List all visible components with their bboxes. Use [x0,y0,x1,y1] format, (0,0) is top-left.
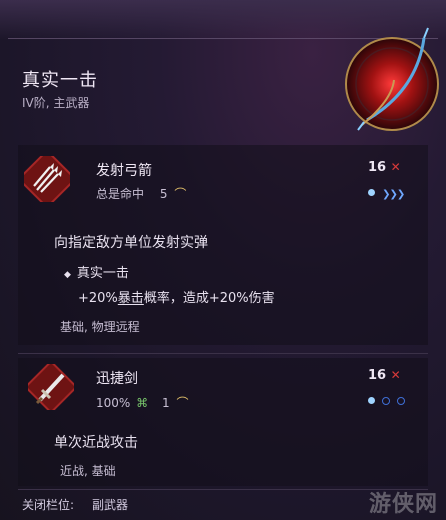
range-shoot: 16 ✕ [368,160,401,175]
ability-subtitle: IV阶, 主武器 [22,96,90,110]
critical-link[interactable]: 暴击 [118,291,144,306]
resource-pips-shoot: ❯❯❯ [368,182,405,201]
action-tags-sword: 近战, 基础 [60,464,116,478]
resource-pips-sword [368,390,407,409]
range-sword: 16 ✕ [368,368,401,383]
action-description-shoot: 向指定敌方单位发射实弹 [54,235,208,251]
footer-divider [18,489,428,490]
slot-lock-value: 副武器 [92,498,129,512]
range-value-shoot: 16 [368,160,387,175]
action-tags-shoot: 基础, 物理远程 [60,320,140,334]
slot-lock-label: 关闭栏位: [22,498,75,512]
action-pip-icon [368,397,375,404]
hit-cost-value: 5 [159,187,168,201]
passive-title: 真实一击 [76,266,129,281]
action-name-shoot: 发射弓箭 [96,163,152,179]
hit-target-icon: ⌘ [136,396,149,410]
action-pip-icon [368,189,375,196]
bow-curve-icon: ⌒ [176,396,189,410]
ability-title: 真实一击 [22,70,98,91]
item-tooltip: 真实一击 IV阶, 主武器 发射弓箭 总是命中 5 ⌒ 16 ✕ ❯❯❯ 向指定… [0,0,446,520]
section-divider [18,353,428,354]
passive-detail: +20%暴击概率，造成+20%伤害 [78,287,275,306]
hit-chance-sword: 100% ⌘ 1 ⌒ [96,394,188,411]
sword-icon [28,364,74,410]
empty-pip-icon [382,396,391,405]
range-value-sword: 16 [368,368,387,383]
passive-detail-suffix: 概率，造成+20%伤害 [143,291,275,306]
hit-chance-shoot: 总是命中 5 ⌒ [96,185,186,202]
action-name-sword: 迅捷剑 [96,371,138,387]
site-watermark: 游侠网 [368,492,438,517]
hit-chance-percent: 100% [96,396,131,410]
bow-curve-icon: ⌒ [174,187,187,201]
crossed-arrows-icon: ✕ [390,160,401,174]
hit-chance-label: 总是命中 [96,187,145,201]
empty-pip-icon [397,396,406,405]
crossed-arrows-icon: ✕ [390,368,401,382]
passive-detail-prefix: +20% [78,291,118,306]
hit-cost-value-sword: 1 [161,396,170,410]
diamond-bullet-icon: ◆ [64,270,71,280]
movement-chevrons-icon: ❯❯❯ [382,189,405,200]
arrows-icon [24,156,70,202]
weapon-emblem-icon [345,27,439,131]
passive-bullet: ◆ 真实一击 [64,262,129,281]
action-description-sword: 单次近战攻击 [54,435,138,451]
